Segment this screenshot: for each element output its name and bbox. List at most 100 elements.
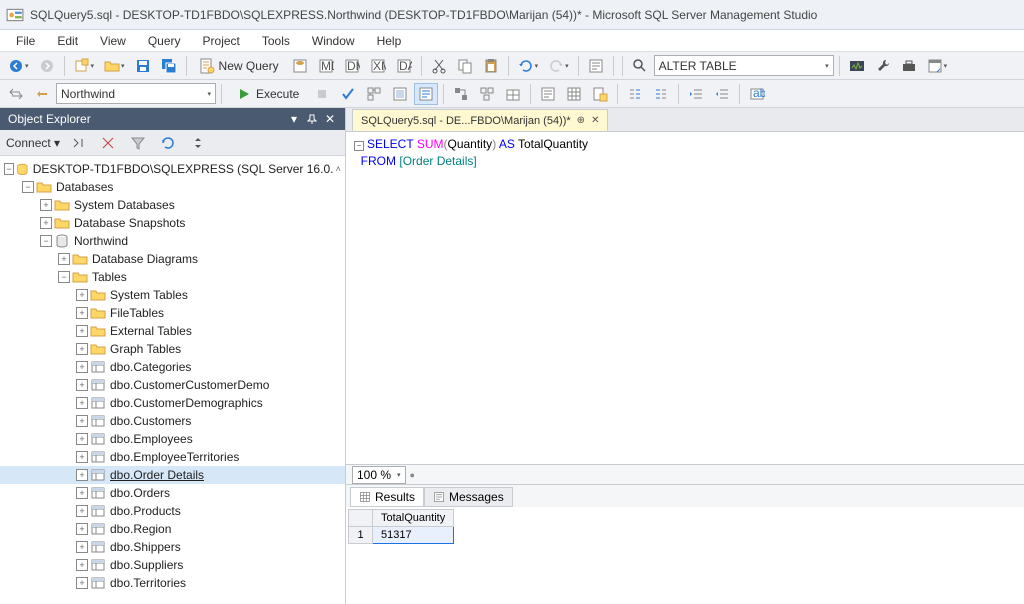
paste-button[interactable] xyxy=(479,55,503,77)
close-icon[interactable]: ✕ xyxy=(591,115,599,126)
column-header-totalquantity[interactable]: TotalQuantity xyxy=(373,510,454,527)
pin-icon[interactable]: ⊕ xyxy=(577,115,585,126)
actual-plan-button[interactable] xyxy=(449,83,473,105)
results-to-text-button[interactable] xyxy=(536,83,560,105)
result-cell[interactable]: 51317 xyxy=(373,527,454,544)
results-to-grid-button[interactable] xyxy=(562,83,586,105)
new-project-button[interactable]: ▾ xyxy=(70,55,99,77)
nav-back-button[interactable]: ▾ xyxy=(4,55,33,77)
tree-table-employees[interactable]: +dbo.Employees xyxy=(0,430,345,448)
tree-graph-tables[interactable]: +Graph Tables xyxy=(0,340,345,358)
menu-tools[interactable]: Tools xyxy=(252,32,300,50)
dmx-query-button[interactable]: DMX xyxy=(340,55,364,77)
tree-northwind-db[interactable]: −Northwind xyxy=(0,232,345,250)
de-query-button[interactable] xyxy=(288,55,312,77)
menu-edit[interactable]: Edit xyxy=(47,32,88,50)
tree-table-customerdemographics[interactable]: +dbo.CustomerDemographics xyxy=(0,394,345,412)
parse-button[interactable] xyxy=(336,83,360,105)
tree-db-snapshots[interactable]: +Database Snapshots xyxy=(0,214,345,232)
cut-button[interactable] xyxy=(427,55,451,77)
find-button[interactable] xyxy=(628,55,652,77)
menu-window[interactable]: Window xyxy=(302,32,365,50)
save-all-button[interactable] xyxy=(157,55,181,77)
toolbox-button[interactable] xyxy=(897,55,921,77)
oe-disconnect-all-button[interactable] xyxy=(96,132,120,154)
window-layout-button[interactable]: ▾ xyxy=(923,55,952,77)
specify-values-button[interactable]: ab xyxy=(745,83,769,105)
client-stats-button[interactable] xyxy=(501,83,525,105)
results-tab[interactable]: Results xyxy=(350,487,424,507)
corner-cell[interactable] xyxy=(349,510,373,527)
cancel-query-button[interactable] xyxy=(310,83,334,105)
results-to-file-button[interactable] xyxy=(588,83,612,105)
database-combo[interactable]: Northwind ▾ xyxy=(56,83,216,104)
redo-button[interactable]: ▾ xyxy=(544,55,573,77)
tree-table-categories[interactable]: +dbo.Categories xyxy=(0,358,345,376)
oe-sync-button[interactable] xyxy=(186,132,210,154)
activity-monitor-button[interactable] xyxy=(845,55,869,77)
mdx-query-button[interactable]: MDX xyxy=(314,55,338,77)
tree-table-orderdetails[interactable]: +dbo.Order Details xyxy=(0,466,345,484)
query-tab[interactable]: SQLQuery5.sql - DE...FBDO\Marijan (54))*… xyxy=(352,109,608,131)
tree-system-tables[interactable]: +System Tables xyxy=(0,286,345,304)
close-icon[interactable]: ✕ xyxy=(323,112,337,126)
tree-tables-node[interactable]: −Tables xyxy=(0,268,345,286)
menu-help[interactable]: Help xyxy=(367,32,412,50)
pin-icon[interactable] xyxy=(305,112,319,126)
tree-table-orders[interactable]: +dbo.Orders xyxy=(0,484,345,502)
oe-filter-button[interactable] xyxy=(126,132,150,154)
decrease-indent-button[interactable] xyxy=(684,83,708,105)
tree-system-databases[interactable]: +System Databases xyxy=(0,196,345,214)
xmla-query-button[interactable]: XMLA xyxy=(366,55,390,77)
menu-project[interactable]: Project xyxy=(193,32,250,50)
tree-table-region[interactable]: +dbo.Region xyxy=(0,520,345,538)
chevron-up-icon[interactable]: ˄ xyxy=(333,163,343,175)
tree-db-diagrams[interactable]: +Database Diagrams xyxy=(0,250,345,268)
open-file-button[interactable]: ▾ xyxy=(100,55,129,77)
new-query-button[interactable]: New Query xyxy=(192,55,286,77)
sql-editor[interactable]: −SELECT SUM(Quantity) AS TotalQuantity F… xyxy=(346,132,1024,464)
wrench-button[interactable] xyxy=(871,55,895,77)
tree-table-employeeterritories[interactable]: +dbo.EmployeeTerritories xyxy=(0,448,345,466)
tree-file-tables[interactable]: +FileTables xyxy=(0,304,345,322)
tree-external-tables[interactable]: +External Tables xyxy=(0,322,345,340)
query-options-button[interactable] xyxy=(388,83,412,105)
uncomment-button[interactable] xyxy=(649,83,673,105)
menu-query[interactable]: Query xyxy=(138,32,191,50)
menu-view[interactable]: View xyxy=(90,32,136,50)
tree-databases-node[interactable]: −Databases xyxy=(0,178,345,196)
zoom-combo[interactable]: 100 %▾ xyxy=(352,466,406,484)
oe-disconnect-button[interactable] xyxy=(66,132,90,154)
oe-refresh-button[interactable] xyxy=(156,132,180,154)
undo-button[interactable]: ▾ xyxy=(514,55,543,77)
tree-server-node[interactable]: −DESKTOP-TD1FBDO\SQLEXPRESS (SQL Server … xyxy=(0,160,345,178)
tree-table-products[interactable]: +dbo.Products xyxy=(0,502,345,520)
live-stats-button[interactable] xyxy=(475,83,499,105)
dropdown-icon[interactable]: ▾ xyxy=(287,112,301,126)
comment-button[interactable] xyxy=(623,83,647,105)
splitter-handle[interactable]: ● xyxy=(410,470,415,480)
connect-button[interactable]: Connect ▾ xyxy=(6,136,60,150)
tree-table-customers[interactable]: +dbo.Customers xyxy=(0,412,345,430)
search-combo[interactable]: ALTER TABLE ▾ xyxy=(654,55,834,76)
outline-collapse-icon[interactable]: − xyxy=(354,141,364,151)
tree-table-territories[interactable]: +dbo.Territories xyxy=(0,574,345,592)
available-db-button[interactable] xyxy=(30,83,54,105)
properties-button[interactable] xyxy=(584,55,608,77)
execute-button[interactable]: Execute xyxy=(227,83,308,105)
messages-tab[interactable]: Messages xyxy=(424,487,513,507)
save-button[interactable] xyxy=(131,55,155,77)
intellisense-button[interactable] xyxy=(414,83,438,105)
change-connection-button[interactable] xyxy=(4,83,28,105)
nav-fwd-button[interactable] xyxy=(35,55,59,77)
row-number[interactable]: 1 xyxy=(349,527,373,544)
results-grid[interactable]: TotalQuantity 151317 xyxy=(346,507,1024,604)
tree-table-customercustomerdemo[interactable]: +dbo.CustomerCustomerDemo xyxy=(0,376,345,394)
increase-indent-button[interactable] xyxy=(710,83,734,105)
copy-button[interactable] xyxy=(453,55,477,77)
dax-query-button[interactable]: DAX xyxy=(392,55,416,77)
tree-table-suppliers[interactable]: +dbo.Suppliers xyxy=(0,556,345,574)
menu-file[interactable]: File xyxy=(6,32,45,50)
object-explorer-tree[interactable]: −DESKTOP-TD1FBDO\SQLEXPRESS (SQL Server … xyxy=(0,156,345,604)
tree-table-shippers[interactable]: +dbo.Shippers xyxy=(0,538,345,556)
